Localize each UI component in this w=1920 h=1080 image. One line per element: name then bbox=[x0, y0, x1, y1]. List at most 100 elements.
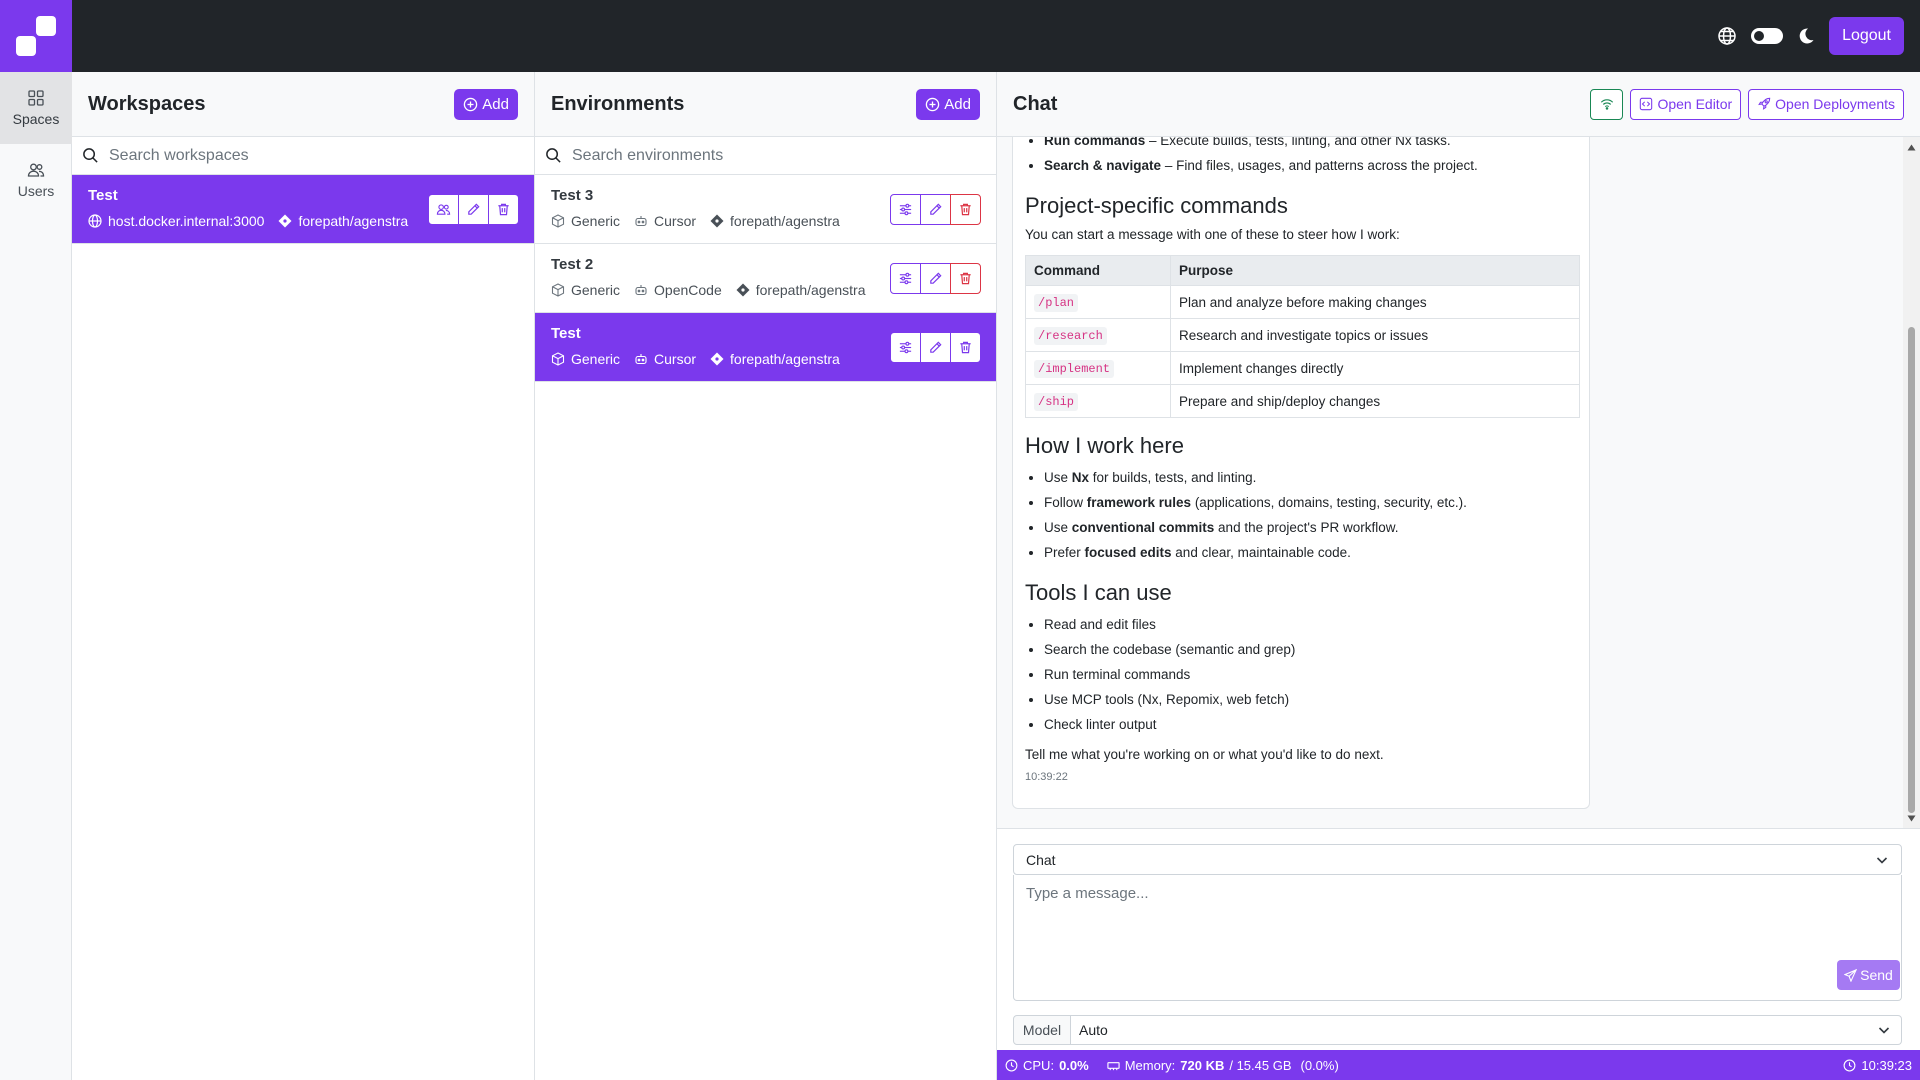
app-logo[interactable] bbox=[0, 0, 72, 72]
users-icon bbox=[436, 202, 451, 217]
workspaces-panel: Workspaces Add Test host.docker.internal… bbox=[72, 72, 535, 1080]
environment-edit-button[interactable] bbox=[920, 194, 951, 225]
message-input[interactable]: Type a message... bbox=[1013, 875, 1902, 1001]
status-bar: CPU: 0.0% Memory: 720 KB / 15.45 GB (0.0… bbox=[997, 1050, 1920, 1080]
environment-delete-button[interactable] bbox=[950, 194, 981, 225]
environment-edit-button[interactable] bbox=[920, 263, 951, 294]
workspace-item[interactable]: Test host.docker.internal:3000 forepath/… bbox=[72, 175, 534, 244]
pencil-icon bbox=[466, 202, 481, 217]
table-row: /implement Implement changes directly bbox=[1025, 351, 1580, 385]
grid-icon bbox=[27, 89, 45, 107]
logout-button[interactable]: Logout bbox=[1829, 17, 1904, 55]
section-heading: Project-specific commands bbox=[1025, 193, 1288, 218]
chevron-down-icon bbox=[1875, 853, 1889, 867]
list-item: Run terminal commands bbox=[1044, 662, 1577, 687]
environment-settings-button[interactable] bbox=[890, 194, 921, 225]
chat-scrollbar[interactable] bbox=[1903, 137, 1920, 828]
plus-circle-icon bbox=[925, 97, 940, 112]
open-deployments-button[interactable]: Open Deployments bbox=[1748, 88, 1904, 120]
workspaces-header: Workspaces Add bbox=[72, 72, 534, 137]
box-icon bbox=[551, 352, 565, 366]
environment-repo: forepath/agenstra bbox=[730, 213, 840, 229]
commands-table: Command Purpose /plan Plan and analyze be… bbox=[1025, 255, 1580, 418]
chat-panel: Chat Open Editor Open Deployments Run co… bbox=[997, 72, 1920, 1080]
list-item: Follow framework rules (applications, do… bbox=[1044, 490, 1577, 515]
trash-icon bbox=[958, 202, 973, 217]
nav-item-users[interactable]: Users bbox=[0, 144, 72, 216]
left-nav: Spaces Users bbox=[0, 72, 72, 1080]
search-workspaces-input[interactable] bbox=[109, 146, 489, 165]
pencil-icon bbox=[928, 202, 943, 217]
environment-agent: Cursor bbox=[654, 213, 697, 229]
add-environment-button[interactable]: Add bbox=[916, 88, 980, 120]
environment-repo: forepath/agenstra bbox=[755, 282, 866, 298]
environment-delete-button[interactable] bbox=[950, 263, 981, 294]
globe-icon bbox=[88, 214, 102, 228]
list-item: Use Nx for builds, tests, and linting. bbox=[1044, 465, 1577, 490]
workspace-delete-button[interactable] bbox=[488, 194, 519, 225]
scroll-thumb[interactable] bbox=[1908, 327, 1915, 813]
environment-search bbox=[535, 137, 996, 175]
git-icon bbox=[710, 214, 724, 228]
environment-type: Generic bbox=[571, 282, 621, 298]
globe-icon[interactable] bbox=[1717, 26, 1737, 46]
wifi-icon bbox=[1600, 97, 1614, 111]
git-icon bbox=[278, 214, 292, 228]
memory-icon bbox=[1107, 1059, 1120, 1072]
model-label: Model bbox=[1013, 1015, 1071, 1045]
search-icon bbox=[545, 147, 562, 164]
environment-edit-button[interactable] bbox=[920, 332, 951, 363]
trash-icon bbox=[958, 271, 973, 286]
current-time: 10:39:23 bbox=[1861, 1057, 1912, 1073]
open-deployments-label: Open Deployments bbox=[1775, 96, 1895, 112]
list-item: Read and edit files bbox=[1044, 612, 1577, 637]
environment-type: Generic bbox=[571, 351, 621, 367]
table-row: /research Research and investigate topics… bbox=[1025, 318, 1580, 352]
list-item: Check linter output bbox=[1044, 712, 1577, 737]
add-label: Add bbox=[944, 95, 971, 113]
environments-title: Environments bbox=[551, 92, 685, 115]
section-heading: How I work here bbox=[1025, 433, 1184, 458]
chat-mode-select[interactable]: Chat bbox=[1013, 844, 1902, 875]
environment-item[interactable]: Test Generic Cursor forepath/agenstra bbox=[535, 313, 996, 382]
table-header: Purpose bbox=[1170, 255, 1580, 286]
add-workspace-button[interactable]: Add bbox=[454, 88, 518, 120]
environment-item[interactable]: Test 3 Generic Cursor forepath/agenstra bbox=[535, 175, 996, 244]
workspace-edit-button[interactable] bbox=[458, 194, 489, 225]
nav-item-spaces[interactable]: Spaces bbox=[0, 72, 72, 144]
environment-type: Generic bbox=[571, 213, 621, 229]
mode-value: Chat bbox=[1026, 851, 1056, 868]
list-item: Prefer focused edits and clear, maintain… bbox=[1044, 540, 1577, 565]
table-row: /plan Plan and analyze before making chan… bbox=[1025, 285, 1580, 319]
model-select[interactable]: Auto bbox=[1071, 1015, 1902, 1045]
nav-label: Spaces bbox=[12, 111, 60, 127]
model-selector: Model Auto bbox=[1013, 1015, 1902, 1045]
search-environments-input[interactable] bbox=[572, 146, 952, 165]
box-icon bbox=[551, 283, 565, 297]
workspace-host: host.docker.internal:3000 bbox=[108, 213, 265, 229]
cpu-icon bbox=[1005, 1059, 1018, 1072]
sliders-icon bbox=[898, 202, 913, 217]
workspace-search bbox=[72, 137, 534, 175]
clock: 10:39:23 bbox=[1843, 1058, 1912, 1073]
section-intro: You can start a message with one of thes… bbox=[1025, 227, 1400, 242]
environment-settings-button[interactable] bbox=[890, 263, 921, 294]
connection-status-button[interactable] bbox=[1590, 88, 1624, 120]
sliders-icon bbox=[898, 340, 913, 355]
environment-delete-button[interactable] bbox=[950, 332, 981, 363]
nav-label: Users bbox=[17, 183, 55, 199]
theme-toggle[interactable] bbox=[1751, 28, 1784, 44]
table-row: /ship Prepare and ship/deploy changes bbox=[1025, 384, 1580, 418]
cpu-stat: CPU: 0.0% bbox=[1005, 1058, 1089, 1073]
pencil-icon bbox=[928, 340, 943, 355]
model-value: Auto bbox=[1079, 1022, 1108, 1038]
message-list[interactable]: Run commands – Execute builds, tests, li… bbox=[997, 137, 1920, 828]
send-icon bbox=[1844, 968, 1858, 982]
send-button[interactable]: Send bbox=[1837, 960, 1900, 990]
environment-settings-button[interactable] bbox=[890, 332, 921, 363]
send-label: Send bbox=[1860, 967, 1893, 983]
workspace-members-button[interactable] bbox=[428, 194, 459, 225]
workspace-repo: forepath/agenstra bbox=[298, 213, 409, 229]
environment-item[interactable]: Test 2 Generic OpenCode forepath/agenstr… bbox=[535, 244, 996, 313]
open-editor-button[interactable]: Open Editor bbox=[1630, 88, 1742, 120]
